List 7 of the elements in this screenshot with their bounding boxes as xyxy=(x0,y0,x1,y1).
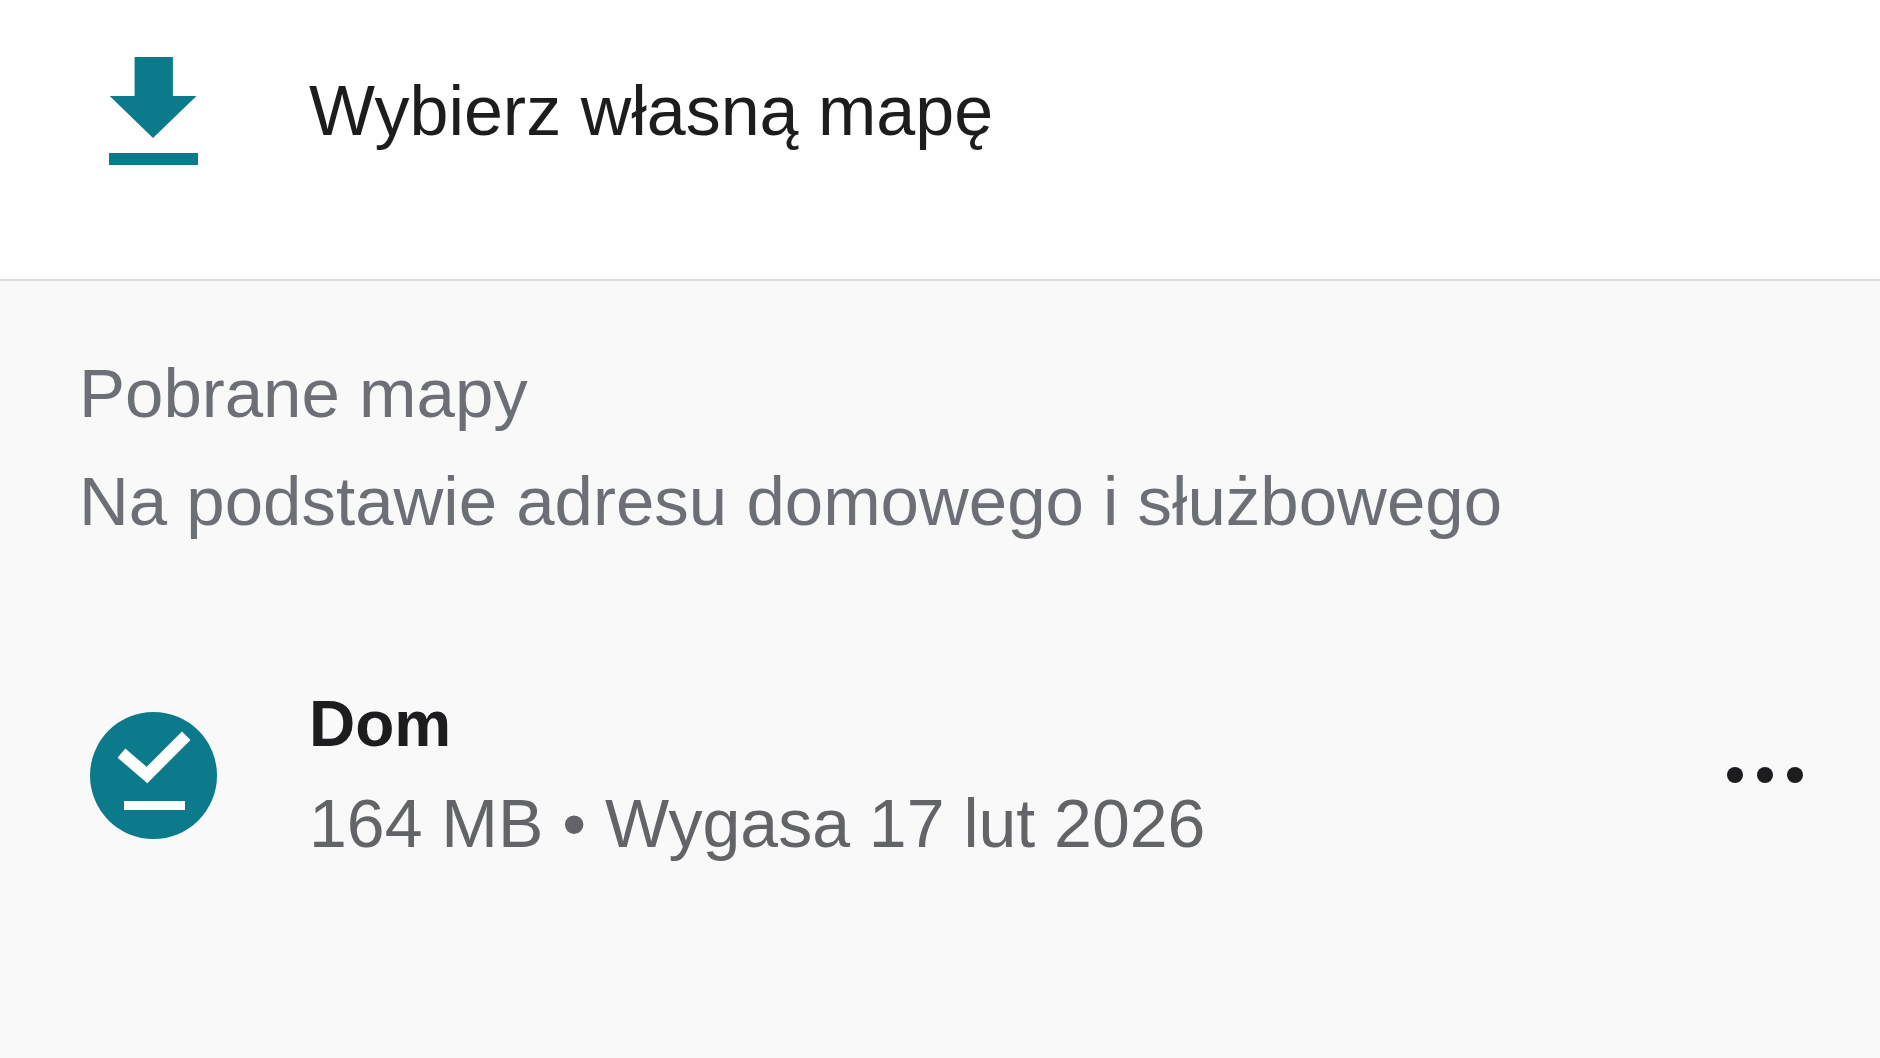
download-icon xyxy=(109,56,198,165)
choose-map-item[interactable]: Wybierz własną mapę xyxy=(109,56,994,165)
map-name: Dom xyxy=(309,686,453,762)
section-subtitle: Na podstawie adresu domowego i służbowego xyxy=(79,461,1504,542)
more-icon[interactable] xyxy=(1727,767,1803,784)
map-details: 164 MB • Wygasa 17 lut 2026 xyxy=(309,784,1207,864)
section-title: Pobrane mapy xyxy=(79,354,529,434)
